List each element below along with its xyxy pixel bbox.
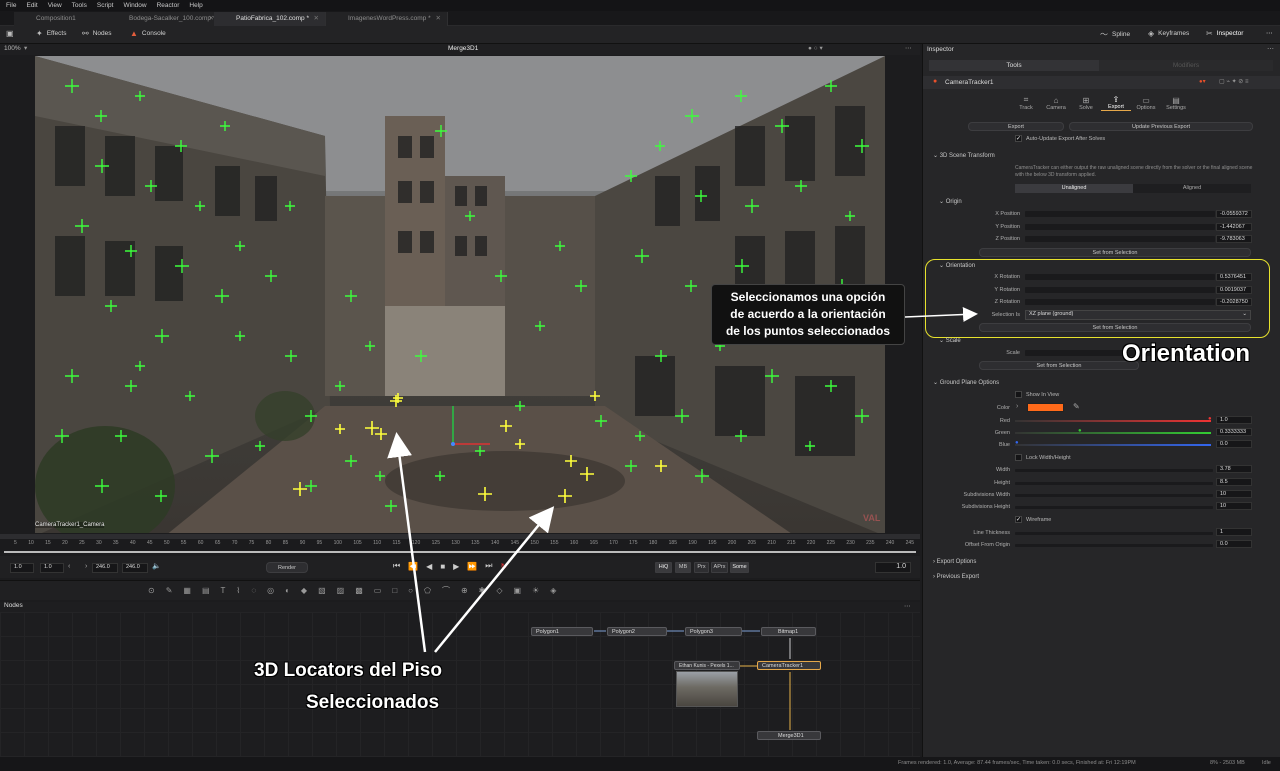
- locators-annotation-line2: Seleccionados: [306, 692, 440, 713]
- orientation-annotation: Orientation: [1122, 340, 1251, 367]
- annotation-arrows: [387, 307, 978, 653]
- annotation-callout: Seleccionamos una opción de acuerdo a la…: [711, 284, 905, 345]
- locators-annotation-line1: 3D Locators del Piso: [254, 660, 442, 681]
